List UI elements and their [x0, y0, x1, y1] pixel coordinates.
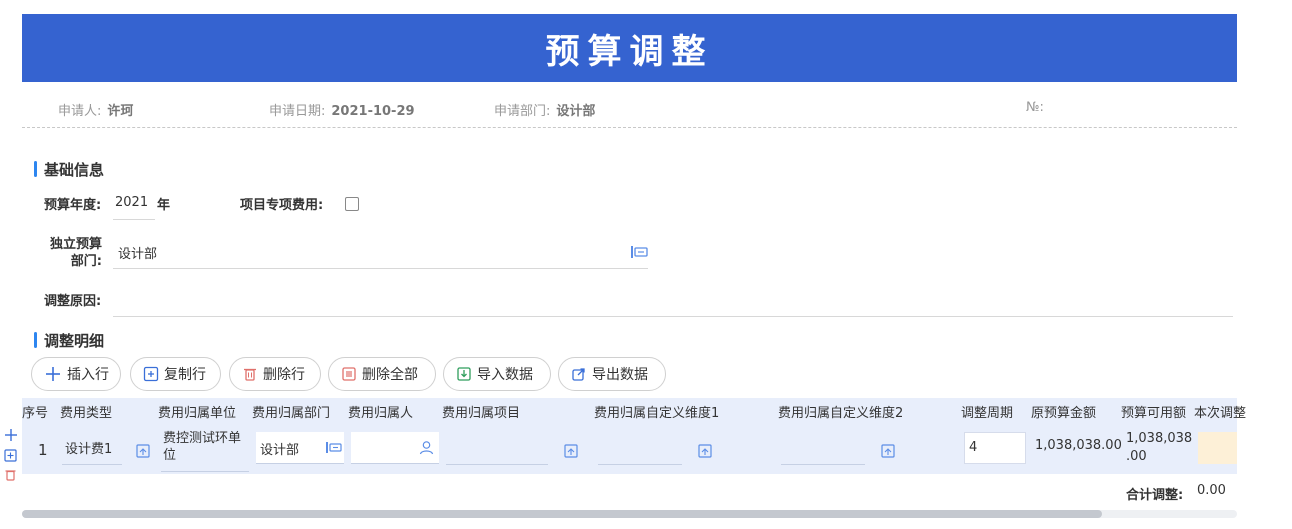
row-add-icon[interactable] [4, 427, 18, 446]
adjust-reason-label: 调整原因: [44, 294, 102, 309]
col-project: 费用归属项目 [442, 406, 521, 421]
col-dept: 费用归属部门 [252, 406, 331, 421]
budget-year-underline [113, 219, 155, 220]
detail-title: 调整明细 [34, 330, 104, 351]
applicant-meta-row: 申请人: 许珂 申请日期: 2021-10-29 申请部门: 设计部 №: [22, 92, 1237, 128]
row-available-amount: 1,038,038 .00 [1126, 430, 1192, 466]
document-number-label: №: [1026, 100, 1044, 115]
col-period: 调整周期 [961, 406, 1014, 421]
fee-type-underline [62, 464, 122, 465]
independent-dept-label: 独立预算 部门: [44, 236, 102, 270]
col-available: 预算可用额 [1121, 406, 1187, 421]
row-dept-input[interactable]: 设计部 [256, 432, 344, 464]
table-row: 1 设计费1 费控测试环单 位 设计部 4 1,038,038.00 1,038… [22, 424, 1237, 474]
delete-row-button[interactable]: 删除行 [229, 357, 321, 391]
row-person-input[interactable] [351, 432, 439, 464]
budget-year-label: 预算年度: [44, 198, 102, 213]
applicant: 申请人: 许珂 [58, 100, 133, 119]
apply-dept: 申请部门: 设计部 [494, 100, 595, 119]
row-unit[interactable]: 费控测试环单 位 [163, 430, 241, 464]
title-banner: 预算调整 [22, 14, 1237, 82]
col-seq: 序号 [22, 406, 49, 421]
row-period-value: 4 [969, 440, 978, 455]
project-picker-icon[interactable] [564, 442, 578, 462]
export-data-label: 导出数据 [592, 367, 648, 383]
dept-picker-icon[interactable] [630, 244, 648, 264]
col-current: 本次调整 [1194, 406, 1247, 421]
person-picker-icon[interactable] [419, 440, 434, 459]
delete-all-label: 删除全部 [362, 367, 418, 383]
independent-dept-underline [113, 268, 648, 269]
export-data-button[interactable]: 导出数据 [558, 357, 666, 391]
row-available-line2: .00 [1126, 449, 1147, 464]
copy-row-label: 复制行 [164, 367, 206, 383]
custom1-picker-icon[interactable] [698, 442, 712, 462]
basic-info-title: 基础信息 [34, 159, 104, 180]
document-number: №: [1026, 100, 1044, 115]
col-original: 原预算金额 [1031, 406, 1097, 421]
fee-type-picker-icon[interactable] [136, 442, 150, 462]
apply-date-value: 2021-10-29 [331, 104, 415, 119]
custom2-input[interactable] [781, 464, 865, 465]
row-unit-line1: 费控测试环单 [163, 431, 242, 446]
custom2-picker-icon[interactable] [881, 442, 895, 462]
copy-row-button[interactable]: 复制行 [130, 357, 221, 391]
project-fee-checkbox[interactable] [345, 197, 359, 211]
horizontal-scrollbar-thumb[interactable] [22, 510, 1102, 518]
col-custom1: 费用归属自定义维度1 [594, 406, 720, 421]
independent-dept-input[interactable]: 设计部 [118, 243, 157, 262]
row-delete-icon[interactable] [4, 466, 17, 485]
independent-dept-label-line1: 独立预算 [49, 237, 102, 252]
custom1-input[interactable] [598, 464, 682, 465]
project-input[interactable] [446, 464, 548, 465]
row-period-input[interactable]: 4 [964, 432, 1026, 464]
apply-dept-value: 设计部 [556, 104, 596, 119]
independent-dept-label-line2: 部门: [70, 254, 102, 269]
copy-icon [143, 366, 159, 382]
detail-table-header: 序号 费用类型 费用归属单位 费用归属部门 费用归属人 费用归属项目 费用归属自… [22, 398, 1246, 424]
export-icon [571, 366, 587, 382]
import-data-label: 导入数据 [477, 367, 533, 383]
delete-all-icon [341, 366, 357, 382]
budget-adjustment-page: 预算调整 申请人: 许珂 申请日期: 2021-10-29 申请部门: 设计部 №: … [0, 0, 1292, 529]
total-adjust-value: 0.00 [1197, 483, 1226, 498]
apply-date: 申请日期: 2021-10-29 [269, 100, 415, 119]
total-adjust-label: 合计调整: [1126, 488, 1184, 503]
row-fee-type[interactable]: 设计费1 [65, 438, 112, 457]
apply-dept-label: 申请部门: [494, 104, 551, 119]
unit-underline [161, 471, 249, 472]
import-data-button[interactable]: 导入数据 [443, 357, 551, 391]
adjust-reason-input[interactable] [113, 316, 1233, 317]
applicant-value: 许珂 [107, 104, 134, 119]
row-copy-icon[interactable] [4, 447, 17, 466]
delete-all-button[interactable]: 删除全部 [328, 357, 436, 391]
row-dept-picker-icon[interactable] [325, 440, 342, 459]
row-seq: 1 [38, 441, 48, 459]
insert-row-label: 插入行 [67, 367, 109, 383]
delete-row-label: 删除行 [263, 367, 305, 383]
insert-row-button[interactable]: 插入行 [31, 357, 121, 391]
import-icon [456, 366, 472, 382]
current-adjust-input[interactable] [1198, 432, 1237, 464]
row-dept-value: 设计部 [260, 443, 300, 458]
col-custom2: 费用归属自定义维度2 [778, 406, 904, 421]
page-title: 预算调整 [545, 31, 714, 72]
col-fee-type: 费用类型 [60, 406, 113, 421]
row-unit-line2: 位 [163, 448, 177, 463]
budget-year-unit: 年 [157, 198, 171, 213]
row-available-line1: 1,038,038 [1126, 431, 1193, 446]
project-fee-label: 项目专项费用: [240, 198, 324, 213]
trash-icon [242, 366, 258, 382]
plus-icon [44, 365, 62, 383]
col-person: 费用归属人 [348, 406, 414, 421]
row-original-amount: 1,038,038.00 [1035, 438, 1122, 453]
apply-date-label: 申请日期: [269, 104, 326, 119]
col-unit: 费用归属单位 [158, 406, 237, 421]
budget-year-input[interactable]: 2021 [115, 195, 148, 210]
applicant-label: 申请人: [58, 104, 102, 119]
